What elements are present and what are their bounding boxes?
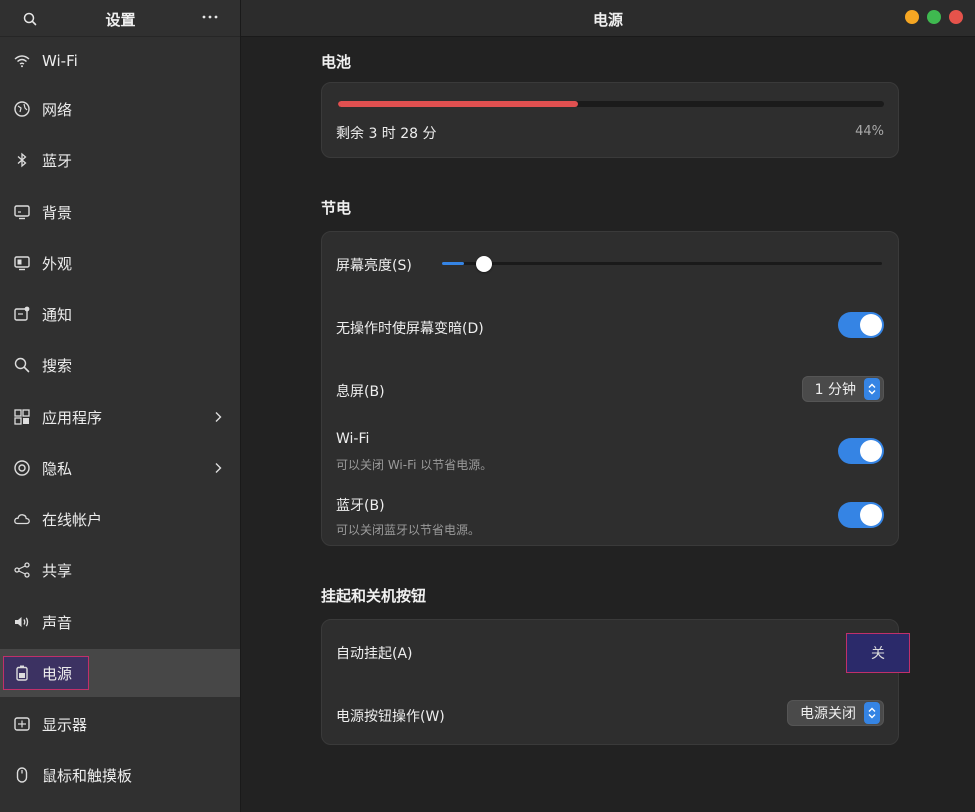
sidebar-item-appearance[interactable]: 外观 bbox=[0, 239, 240, 287]
auto-suspend-label: 自动挂起(A) bbox=[336, 646, 413, 662]
network-icon bbox=[13, 100, 31, 118]
appearance-icon bbox=[13, 254, 31, 272]
sidebar-item-label: 电源 bbox=[42, 664, 73, 683]
sidebar-item-label: 在线帐户 bbox=[42, 510, 103, 529]
apps-icon bbox=[13, 408, 31, 426]
suspend-section-title: 挂起和关机按钮 bbox=[321, 587, 427, 605]
sidebar-item-label: 鼠标和触摸板 bbox=[42, 766, 133, 785]
auto-suspend-value: 关 bbox=[871, 646, 885, 662]
sidebar-item-label: 隐私 bbox=[42, 459, 73, 478]
page-title: 电源 bbox=[592, 11, 623, 29]
header-bar: 电源 bbox=[241, 0, 975, 37]
brightness-label: 屏幕亮度(S) bbox=[336, 258, 412, 274]
brightness-slider-handle[interactable] bbox=[476, 256, 492, 272]
auto-suspend-button[interactable]: 关 bbox=[846, 633, 910, 673]
sidebar-item-label: 声音 bbox=[42, 613, 73, 632]
dim-screen-label: 无操作时使屏幕变暗(D) bbox=[336, 321, 484, 337]
sidebar-item-privacy[interactable]: 隐私 bbox=[0, 444, 240, 492]
sidebar-item-notifications[interactable]: 通知 bbox=[0, 290, 240, 338]
minimize-button[interactable] bbox=[905, 10, 919, 24]
sidebar-item-label: 网络 bbox=[42, 100, 73, 119]
cloud-icon bbox=[13, 510, 31, 528]
power-button-value: 电源关闭 bbox=[800, 706, 856, 722]
maximize-button[interactable] bbox=[927, 10, 941, 24]
sidebar-item-label: 应用程序 bbox=[42, 408, 103, 427]
display-icon bbox=[13, 715, 31, 733]
notification-icon bbox=[13, 305, 31, 323]
sidebar-item-sharing[interactable]: 共享 bbox=[0, 546, 240, 594]
mouse-icon bbox=[13, 766, 31, 784]
toggle-knob bbox=[860, 440, 882, 462]
search-icon bbox=[13, 356, 31, 374]
screen-blank-label: 息屏(B) bbox=[336, 384, 385, 400]
power-saving-section-title: 节电 bbox=[321, 199, 352, 217]
sidebar-item-label: 搜索 bbox=[42, 356, 73, 375]
screen-blank-select[interactable]: 1 分钟 bbox=[801, 376, 884, 402]
sidebar-item-label: 背景 bbox=[42, 203, 73, 222]
battery-percent: 44% bbox=[855, 124, 884, 139]
background-icon bbox=[13, 203, 31, 221]
wifi-saving-label: Wi-Fi bbox=[336, 431, 370, 447]
bluetooth-saving-label: 蓝牙(B) bbox=[336, 498, 385, 514]
toggle-knob bbox=[860, 504, 882, 526]
sidebar-item-wifi[interactable]: Wi-Fi bbox=[0, 37, 240, 85]
wifi-saving-toggle[interactable] bbox=[838, 438, 884, 464]
sidebar-item-network[interactable]: 网络 bbox=[0, 85, 240, 133]
chevron-right-icon bbox=[212, 462, 224, 474]
sidebar: 设置 Wi-Fi 网络 蓝牙 背景 外观 通知 搜索 应用程序 隐私 在线帐户 … bbox=[0, 0, 241, 812]
battery-remaining: 剩余 3 时 28 分 bbox=[336, 126, 437, 142]
sidebar-item-background[interactable]: 背景 bbox=[0, 188, 240, 236]
screen-blank-value: 1 分钟 bbox=[814, 382, 856, 398]
battery-level-fill bbox=[338, 101, 579, 107]
sidebar-item-label: 蓝牙 bbox=[42, 151, 73, 170]
bluetooth-icon bbox=[13, 151, 31, 169]
dim-screen-toggle[interactable] bbox=[838, 312, 884, 338]
bluetooth-saving-toggle[interactable] bbox=[838, 502, 884, 528]
battery-card: 剩余 3 时 28 分 44% bbox=[321, 82, 899, 158]
main-panel: 电源 电池 剩余 3 时 28 分 44% 节电 屏幕亮度(S) 无操作时使屏幕… bbox=[241, 0, 975, 812]
spin-arrows-icon bbox=[864, 702, 880, 724]
sidebar-item-power[interactable]: 电源 bbox=[0, 649, 240, 697]
wifi-saving-description: 可以关闭 Wi-Fi 以节省电源。 bbox=[336, 458, 493, 472]
sidebar-item-label: 通知 bbox=[42, 305, 73, 324]
bluetooth-saving-description: 可以关闭蓝牙以节省电源。 bbox=[336, 523, 481, 537]
sidebar-item-label: 显示器 bbox=[42, 715, 88, 734]
sidebar-item-label: Wi-Fi bbox=[42, 52, 78, 70]
sidebar-item-search[interactable]: 搜索 bbox=[0, 341, 240, 389]
chevron-right-icon bbox=[212, 411, 224, 423]
power-button-label: 电源按钮操作(W) bbox=[336, 709, 445, 725]
power-button-select[interactable]: 电源关闭 bbox=[787, 700, 884, 726]
suspend-card: 自动挂起(A) 关 电源按钮操作(W) 电源关闭 bbox=[321, 619, 910, 745]
sidebar-item-label: 外观 bbox=[42, 254, 73, 273]
share-icon bbox=[13, 561, 31, 579]
wifi-icon bbox=[13, 52, 31, 70]
sidebar-item-mouse[interactable]: 鼠标和触摸板 bbox=[0, 751, 240, 799]
sidebar-item-apps[interactable]: 应用程序 bbox=[0, 393, 240, 441]
sidebar-item-bluetooth[interactable]: 蓝牙 bbox=[0, 136, 240, 184]
sound-icon bbox=[13, 613, 31, 631]
close-button[interactable] bbox=[949, 10, 963, 24]
battery-icon bbox=[13, 664, 31, 682]
spin-arrows-icon bbox=[864, 378, 880, 400]
brightness-slider[interactable] bbox=[442, 256, 882, 272]
sidebar-item-online-accounts[interactable]: 在线帐户 bbox=[0, 495, 240, 543]
sidebar-header: 设置 bbox=[0, 0, 240, 37]
toggle-knob bbox=[860, 314, 882, 336]
privacy-icon bbox=[13, 459, 31, 477]
sidebar-item-displays[interactable]: 显示器 bbox=[0, 700, 240, 748]
more-menu-icon[interactable] bbox=[199, 6, 221, 28]
battery-level-bar bbox=[338, 101, 884, 107]
brightness-slider-fill bbox=[442, 262, 464, 265]
battery-section-title: 电池 bbox=[321, 53, 352, 71]
sidebar-item-label: 共享 bbox=[42, 561, 73, 580]
sidebar-item-sound[interactable]: 声音 bbox=[0, 598, 240, 646]
power-saving-card: 屏幕亮度(S) 无操作时使屏幕变暗(D) 息屏(B) 1 分钟 Wi-Fi 可以… bbox=[321, 231, 899, 546]
